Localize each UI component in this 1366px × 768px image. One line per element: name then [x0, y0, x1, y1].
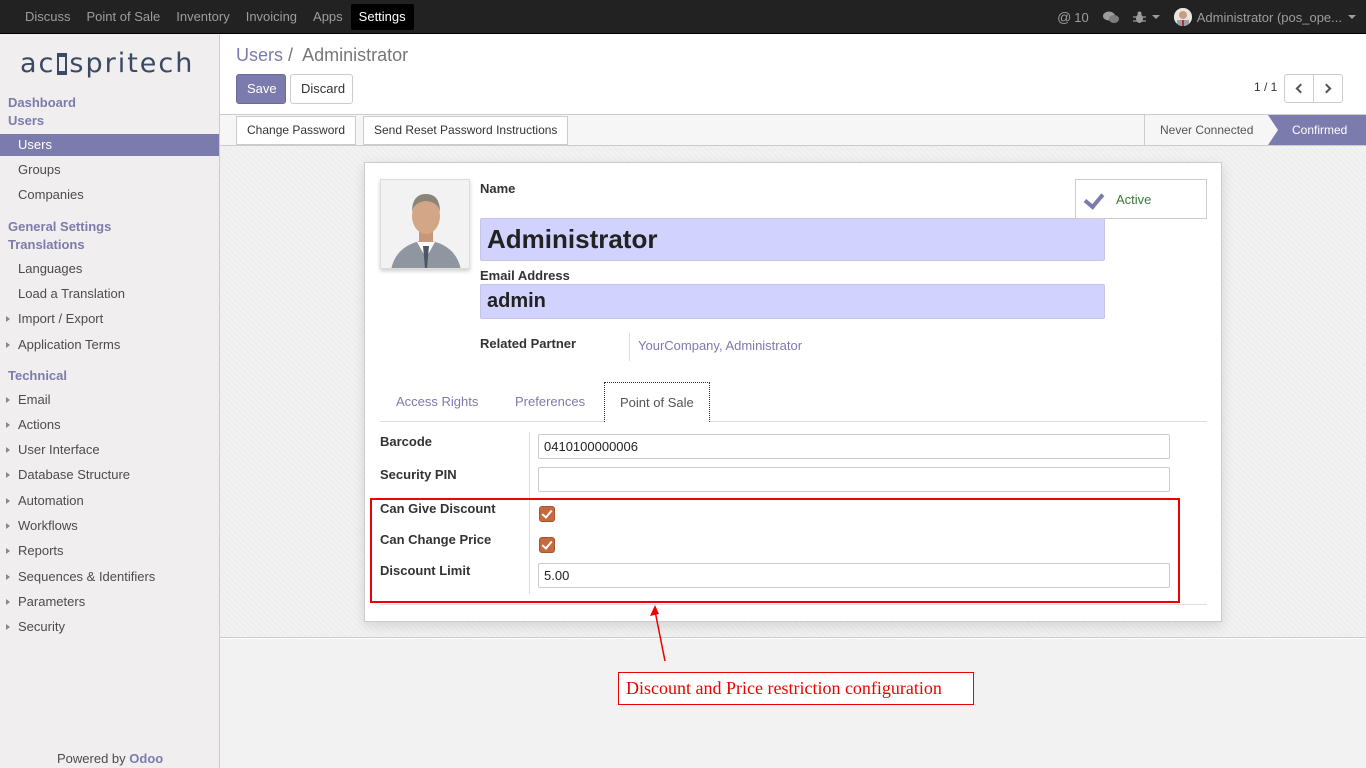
caret-right-icon	[6, 316, 10, 322]
caret-right-icon	[6, 472, 10, 478]
discard-button[interactable]: Discard	[290, 74, 353, 104]
caret-right-icon	[6, 523, 10, 529]
barcode-label: Barcode	[380, 434, 433, 449]
powered-by: Powered by Odoo	[57, 751, 164, 766]
chevron-down-icon	[1151, 15, 1160, 19]
sidebar-item-import-export[interactable]: Import / Export	[0, 308, 219, 330]
chevron-left-icon	[1295, 83, 1306, 94]
pager-next-button[interactable]	[1313, 74, 1343, 103]
active-toggle-button[interactable]: Active	[1075, 179, 1207, 219]
stage-never-connected[interactable]: Never Connected	[1144, 115, 1268, 145]
tab-point-of-sale[interactable]: Point of Sale	[604, 382, 710, 422]
security-pin-input[interactable]	[538, 467, 1170, 492]
menu-discuss[interactable]: Discuss	[17, 4, 79, 30]
systray: @ 10 Administrator (pos_ope...	[1043, 0, 1356, 34]
pager-value: 1 / 1	[1254, 80, 1278, 94]
chevron-down-icon	[1348, 15, 1356, 19]
sidebar-section-dashboard[interactable]: Dashboard	[8, 95, 76, 110]
email-label: Email Address	[480, 268, 570, 283]
breadcrumb-users[interactable]: Users	[236, 45, 283, 65]
sidebar-item-automation[interactable]: Automation	[0, 490, 219, 512]
odoo-link[interactable]: Odoo	[129, 751, 163, 766]
sidebar-item-application-terms[interactable]: Application Terms	[0, 334, 219, 356]
user-portrait-image	[381, 180, 469, 268]
chevron-right-icon	[1321, 83, 1332, 94]
name-field[interactable]: Administrator	[480, 218, 1105, 261]
mentions-button[interactable]: @ 10	[1057, 9, 1089, 25]
check-icon	[1083, 188, 1105, 210]
pager-previous-button[interactable]	[1284, 74, 1314, 103]
sidebar-item-database-structure[interactable]: Database Structure	[0, 464, 219, 486]
sidebar-item-reports[interactable]: Reports	[0, 540, 219, 562]
sidebar-section-technical[interactable]: Technical	[8, 368, 67, 383]
annotation-arrow	[650, 605, 666, 662]
breadcrumb-current: Administrator	[302, 45, 409, 65]
chat-icon	[1102, 11, 1119, 23]
menu-apps[interactable]: Apps	[305, 4, 351, 30]
annotation-label: Discount and Price restriction configura…	[618, 672, 974, 705]
sidebar-item-groups[interactable]: Groups	[0, 159, 219, 181]
sidebar-item-security[interactable]: Security	[0, 616, 219, 638]
save-button[interactable]: Save	[236, 74, 286, 104]
bug-icon	[1132, 11, 1146, 23]
sidebar-item-actions[interactable]: Actions	[0, 414, 219, 436]
caret-right-icon	[6, 574, 10, 580]
sidebar-item-user-interface[interactable]: User Interface	[0, 439, 219, 461]
breadcrumb: Users / Administrator	[236, 45, 408, 66]
caret-right-icon	[6, 548, 10, 554]
active-label: Active	[1116, 192, 1152, 207]
debug-button[interactable]	[1132, 11, 1160, 24]
breadcrumb-separator: /	[288, 45, 294, 65]
user-photo[interactable]	[380, 179, 470, 269]
menu-invoicing[interactable]: Invoicing	[238, 4, 305, 30]
sidebar-item-companies[interactable]: Companies	[0, 184, 219, 206]
caret-right-icon	[6, 422, 10, 428]
highlight-box	[370, 498, 1180, 603]
caret-right-icon	[6, 447, 10, 453]
user-menu[interactable]: Administrator (pos_ope...	[1173, 8, 1356, 26]
send-reset-password-button[interactable]: Send Reset Password Instructions	[363, 116, 569, 145]
caret-right-icon	[6, 498, 10, 504]
name-label: Name	[480, 181, 516, 196]
sidebar-section-users[interactable]: Users	[8, 113, 44, 128]
divider	[629, 333, 630, 361]
sidebar-section-general-settings[interactable]: General Settings	[8, 219, 111, 234]
change-password-button[interactable]: Change Password	[236, 116, 357, 145]
barcode-input[interactable]: 0410100000006	[538, 434, 1170, 459]
menu-inventory[interactable]: Inventory	[168, 4, 237, 30]
sidebar-section-translations[interactable]: Translations	[8, 237, 85, 252]
at-icon: @	[1057, 9, 1072, 25]
tab-access-rights[interactable]: Access Rights	[381, 382, 493, 421]
logo: ac spritech	[20, 48, 195, 79]
related-partner-link[interactable]: YourCompany, Administrator	[638, 338, 802, 353]
security-pin-label: Security PIN	[380, 467, 457, 482]
status-bar: Change Password Send Reset Password Inst…	[220, 114, 1366, 146]
caret-right-icon	[6, 624, 10, 630]
email-field[interactable]: admin	[480, 284, 1105, 319]
app-menu: Discuss Point of Sale Inventory Invoicin…	[17, 0, 414, 34]
mentions-count: 10	[1074, 9, 1089, 25]
sidebar-item-email[interactable]: Email	[0, 389, 219, 411]
top-navbar: Discuss Point of Sale Inventory Invoicin…	[0, 0, 1366, 34]
sidebar-item-users[interactable]: Users	[0, 134, 219, 156]
sidebar-item-languages[interactable]: Languages	[0, 258, 219, 280]
tab-strip	[380, 421, 1207, 422]
tab-preferences[interactable]: Preferences	[500, 382, 600, 421]
chat-button[interactable]	[1102, 11, 1119, 24]
caret-right-icon	[6, 599, 10, 605]
caret-right-icon	[6, 342, 10, 348]
sidebar-item-load-translation[interactable]: Load a Translation	[0, 283, 219, 305]
menu-settings[interactable]: Settings	[350, 4, 414, 30]
sidebar-item-sequences[interactable]: Sequences & Identifiers	[0, 566, 219, 588]
user-name: Administrator (pos_ope...	[1196, 9, 1342, 25]
menu-point-of-sale[interactable]: Point of Sale	[79, 4, 169, 30]
sidebar-item-workflows[interactable]: Workflows	[0, 515, 219, 537]
related-partner-label: Related Partner	[480, 336, 577, 351]
stage-confirmed[interactable]: Confirmed	[1268, 115, 1366, 145]
avatar	[1173, 8, 1192, 26]
sidebar-item-parameters[interactable]: Parameters	[0, 591, 219, 613]
caret-right-icon	[6, 397, 10, 403]
tab-bottom-divider	[380, 604, 1207, 605]
